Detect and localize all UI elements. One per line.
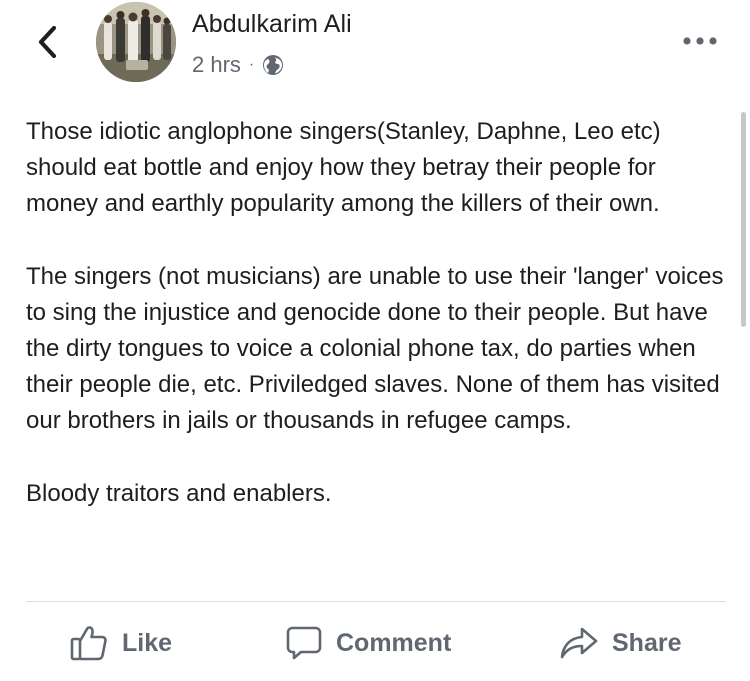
post-paragraph: Bloody traitors and enablers. <box>26 479 332 507</box>
share-arrow-icon <box>560 627 598 659</box>
globe-icon <box>263 55 284 75</box>
post-paragraph: Those idiotic anglophone singers(Stanley… <box>26 118 661 218</box>
more-options-button[interactable] <box>680 26 720 56</box>
scrollbar[interactable] <box>741 112 746 327</box>
post-paragraph: The singers (not musicians) are unable t… <box>26 262 724 435</box>
thumbs-up-icon <box>70 626 107 661</box>
comment-button[interactable]: Comment <box>286 614 451 672</box>
share-button[interactable]: Share <box>560 614 681 672</box>
chevron-left-icon <box>38 25 57 59</box>
meta-separator: · <box>248 56 255 73</box>
post-text: Those idiotic anglophone singers(Stanley… <box>26 114 731 512</box>
comment-bubble-icon <box>286 626 322 660</box>
comment-label: Comment <box>336 628 452 657</box>
avatar-image <box>96 2 176 82</box>
post-time[interactable]: 2 hrs <box>192 52 241 78</box>
author-name[interactable]: Abdulkarim Ali <box>192 10 352 39</box>
post-meta: 2 hrs · <box>192 50 284 80</box>
back-button[interactable] <box>28 22 68 62</box>
action-bar: Like Comment Share <box>0 614 750 672</box>
avatar[interactable] <box>96 2 176 82</box>
like-label: Like <box>122 628 173 657</box>
share-label: Share <box>612 628 682 657</box>
more-dots-icon <box>683 37 717 45</box>
like-button[interactable]: Like <box>70 614 172 672</box>
divider <box>26 601 726 602</box>
